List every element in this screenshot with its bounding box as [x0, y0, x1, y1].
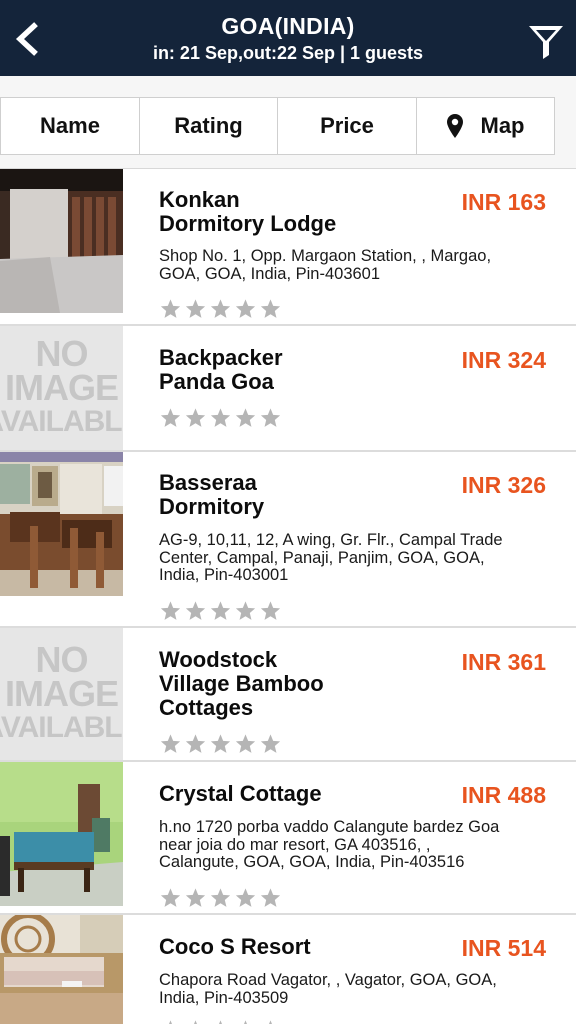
- hotel-photo: [0, 915, 123, 1024]
- hotel-address: h.no 1720 porba vaddo Calangute bardez G…: [159, 818, 500, 871]
- hotel-address: AG-9, 10,11, 12, A wing, Gr. Flr., Campa…: [159, 531, 503, 584]
- star-icon: [210, 601, 231, 620]
- star-rating: [159, 298, 282, 320]
- star-icon: [160, 734, 181, 753]
- page-title: GOA(INDIA): [221, 13, 355, 39]
- star-icon: [219, 1020, 222, 1024]
- hotel-price: INR 514: [461, 935, 546, 961]
- sort-name-label: Name: [40, 113, 100, 138]
- hotel-name: Konkan Dormitory Lodge: [159, 187, 337, 236]
- star-icon: [260, 408, 281, 427]
- star-icon: [235, 734, 256, 753]
- star-icon: [194, 1020, 197, 1024]
- star-rating: [159, 600, 282, 622]
- map-view-button[interactable]: Map: [416, 97, 555, 155]
- sort-by-name-button[interactable]: Name: [0, 97, 140, 155]
- star-icon: [160, 601, 181, 620]
- star-icon: [160, 408, 181, 427]
- no-image-placeholder: NO IMAGE AVAILABLE: [0, 628, 123, 760]
- star-icon: [160, 299, 181, 318]
- hotel-name: Crystal Cottage: [159, 781, 322, 806]
- hotel-price: INR 163: [461, 189, 546, 215]
- hotel-price: INR 324: [461, 347, 546, 373]
- hotel-address: Shop No. 1, Opp. Margaon Station, , Marg…: [159, 247, 492, 283]
- map-pin-icon: [446, 114, 463, 138]
- star-icon: [169, 1020, 172, 1024]
- star-icon: [185, 601, 206, 620]
- star-icon: [244, 1020, 247, 1024]
- star-icon: [260, 299, 281, 318]
- no-image-placeholder: NO IMAGE AVAILABLE: [0, 326, 123, 450]
- hotel-photo: [0, 762, 123, 906]
- star-icon: [210, 299, 231, 318]
- hotel-price: INR 326: [461, 472, 546, 498]
- sort-bar: Name Rating Price Map: [0, 76, 576, 168]
- star-icon: [185, 299, 206, 318]
- hotel-photo: [0, 452, 123, 596]
- hotel-list: Konkan Dormitory Lodge INR 163 Shop No. …: [0, 168, 576, 1024]
- stay-summary: in: 21 Sep,out:22 Sep | 1 guests: [152, 43, 424, 63]
- star-icon: [260, 734, 281, 753]
- sort-rating-label: Rating: [174, 113, 243, 138]
- star-icon: [260, 888, 281, 907]
- star-rating: [159, 733, 282, 755]
- star-icon: [235, 601, 256, 620]
- star-icon: [185, 888, 206, 907]
- hotel-photo: [0, 169, 123, 313]
- sort-price-label: Price: [320, 113, 374, 138]
- hotel-name: Woodstock Village Bamboo Cottages: [159, 647, 324, 720]
- hotel-list-item[interactable]: Konkan Dormitory Lodge INR 163 Shop No. …: [0, 169, 576, 326]
- map-label: Map: [480, 113, 525, 138]
- star-icon: [235, 888, 256, 907]
- hotel-list-item[interactable]: NO IMAGE AVAILABLE Backpacker Panda Goa …: [0, 326, 576, 452]
- hotel-list-item[interactable]: NO IMAGE AVAILABLE Woodstock Village Bam…: [0, 628, 576, 762]
- top-bar: GOA(INDIA) in: 21 Sep,out:22 Sep | 1 gue…: [0, 0, 576, 76]
- star-icon: [185, 408, 206, 427]
- funnel-icon: [529, 26, 563, 59]
- star-icon: [160, 888, 181, 907]
- hotel-list-item[interactable]: Crystal Cottage INR 488 h.no 1720 porba …: [0, 762, 576, 915]
- star-rating: [159, 407, 282, 429]
- hotel-list-item[interactable]: Basseraa Dormitory INR 326 AG-9, 10,11, …: [0, 452, 576, 628]
- star-icon: [235, 408, 256, 427]
- hotel-price: INR 488: [461, 782, 546, 808]
- star-rating: [159, 1019, 282, 1024]
- star-icon: [235, 299, 256, 318]
- star-icon: [210, 888, 231, 907]
- star-icon: [185, 734, 206, 753]
- star-icon: [260, 601, 281, 620]
- sort-by-price-button[interactable]: Price: [277, 97, 417, 155]
- hotel-address: Chapora Road Vagator, , Vagator, GOA, GO…: [159, 971, 497, 1007]
- filter-button[interactable]: [526, 22, 566, 62]
- hotel-list-item[interactable]: Coco S Resort INR 514 Chapora Road Vagat…: [0, 915, 576, 1024]
- star-icon: [269, 1020, 272, 1024]
- star-icon: [210, 408, 231, 427]
- star-rating: [159, 887, 282, 909]
- star-icon: [210, 734, 231, 753]
- hotel-price: INR 361: [461, 649, 546, 675]
- hotel-name: Basseraa Dormitory: [159, 470, 265, 519]
- hotel-name: Coco S Resort: [159, 934, 311, 959]
- hotel-name: Backpacker Panda Goa: [159, 345, 283, 394]
- sort-by-rating-button[interactable]: Rating: [139, 97, 278, 155]
